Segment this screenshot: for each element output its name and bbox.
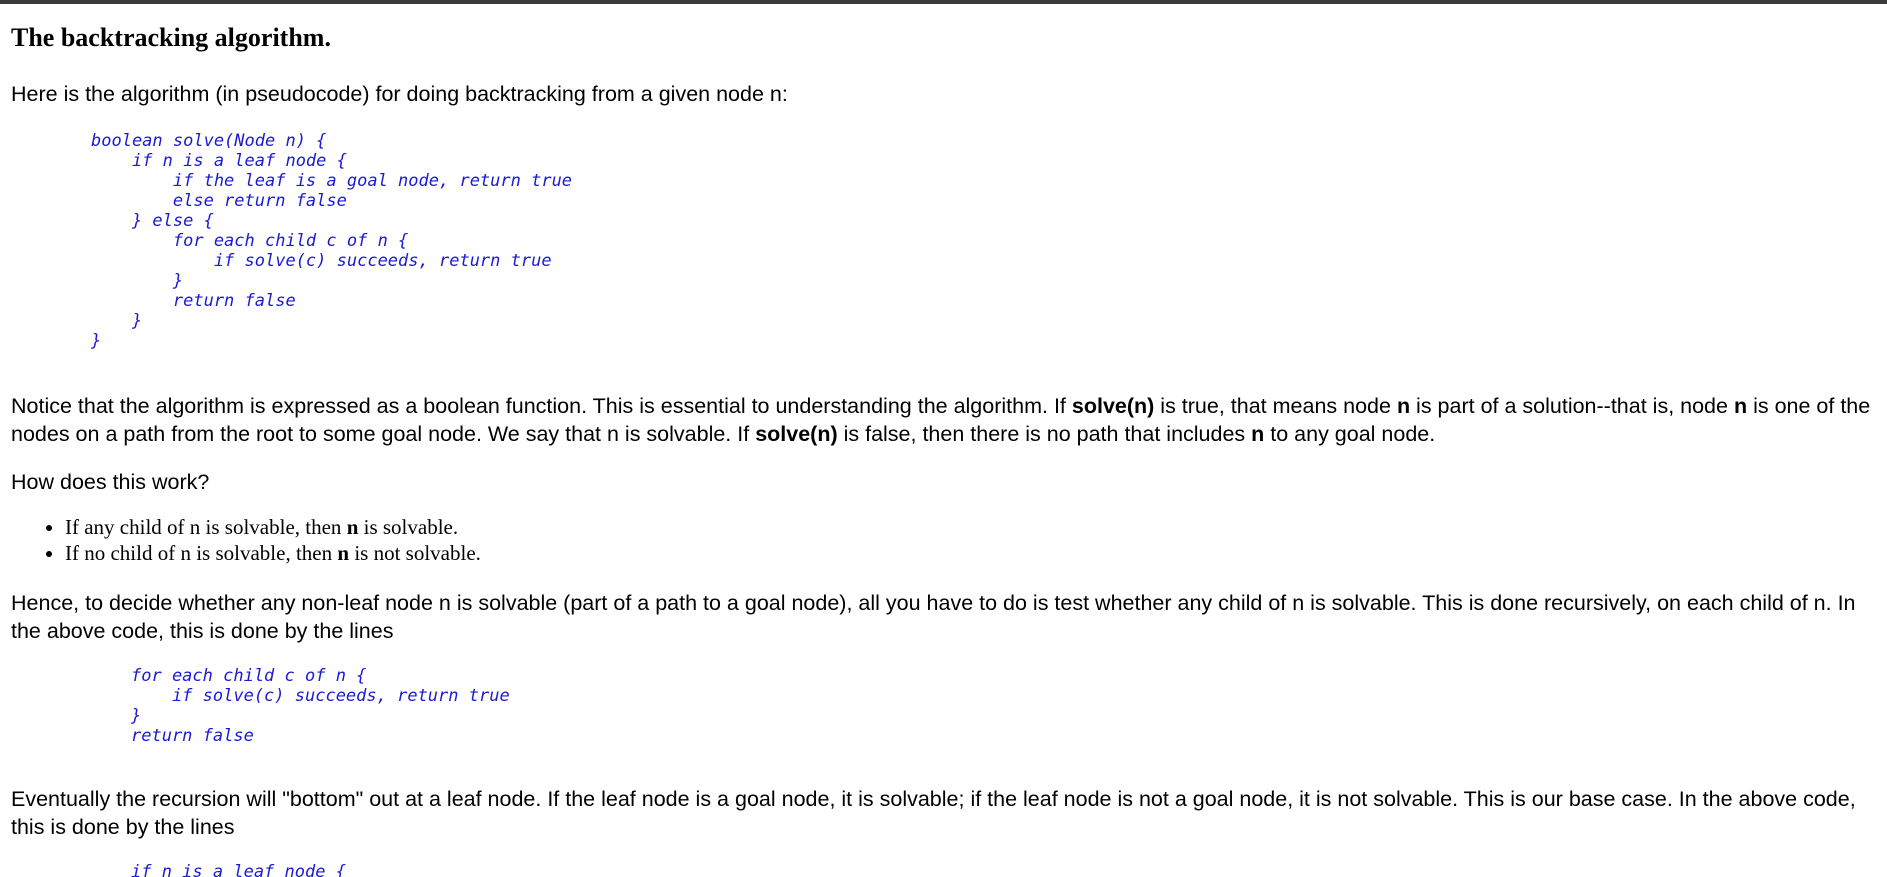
notice-bold-solve: solve(n) (755, 422, 838, 446)
bullet-list: If any child of n is solvable, then n is… (11, 514, 481, 566)
how-question: How does this work? (11, 470, 210, 494)
list-item: If no child of n is solvable, then n is … (65, 540, 481, 566)
notice-bold-n: n (1396, 394, 1411, 418)
bullet-text: If any child of n is solvable, then (65, 515, 347, 539)
solve-pseudocode-block: boolean solve(Node n) { if n is a leaf n… (91, 131, 573, 351)
notice-bold-n: n (1251, 422, 1265, 446)
leaf-pseudocode-block: if n is a leaf node { (131, 862, 346, 877)
notice-text: to any goal node. (1264, 422, 1436, 446)
list-item: If any child of n is solvable, then n is… (65, 514, 481, 540)
section-heading: The backtracking algorithm. (11, 23, 331, 52)
bullet-text: is solvable. (358, 515, 459, 539)
notice-paragraph: Notice that the algorithm is expressed a… (11, 392, 1877, 448)
bullet-text: If no child of n is solvable, then (65, 541, 338, 565)
notice-bold-n: n (1733, 394, 1748, 418)
loop-pseudocode-block: for each child c of n { if solve(c) succ… (131, 666, 510, 746)
notice-bold-solve: solve(n) (1071, 394, 1155, 418)
notice-text: is part of a solution--that is, node (1410, 394, 1734, 418)
intro-paragraph: Here is the algorithm (in pseudocode) fo… (11, 82, 788, 106)
bullet-bold-n: n (337, 541, 350, 565)
notice-text: is false, then there is no path that inc… (837, 422, 1252, 446)
bullet-bold-n: n (346, 515, 359, 539)
document-page: The backtracking algorithm. Here is the … (0, 4, 1887, 877)
bullet-text: is not solvable. (349, 541, 481, 565)
notice-text: is true, that means node (1154, 394, 1397, 418)
eventually-paragraph: Eventually the recursion will "bottom" o… (11, 787, 1856, 839)
notice-text: Notice that the algorithm is expressed a… (11, 394, 1072, 418)
hence-paragraph: Hence, to decide whether any non-leaf no… (11, 591, 1856, 643)
